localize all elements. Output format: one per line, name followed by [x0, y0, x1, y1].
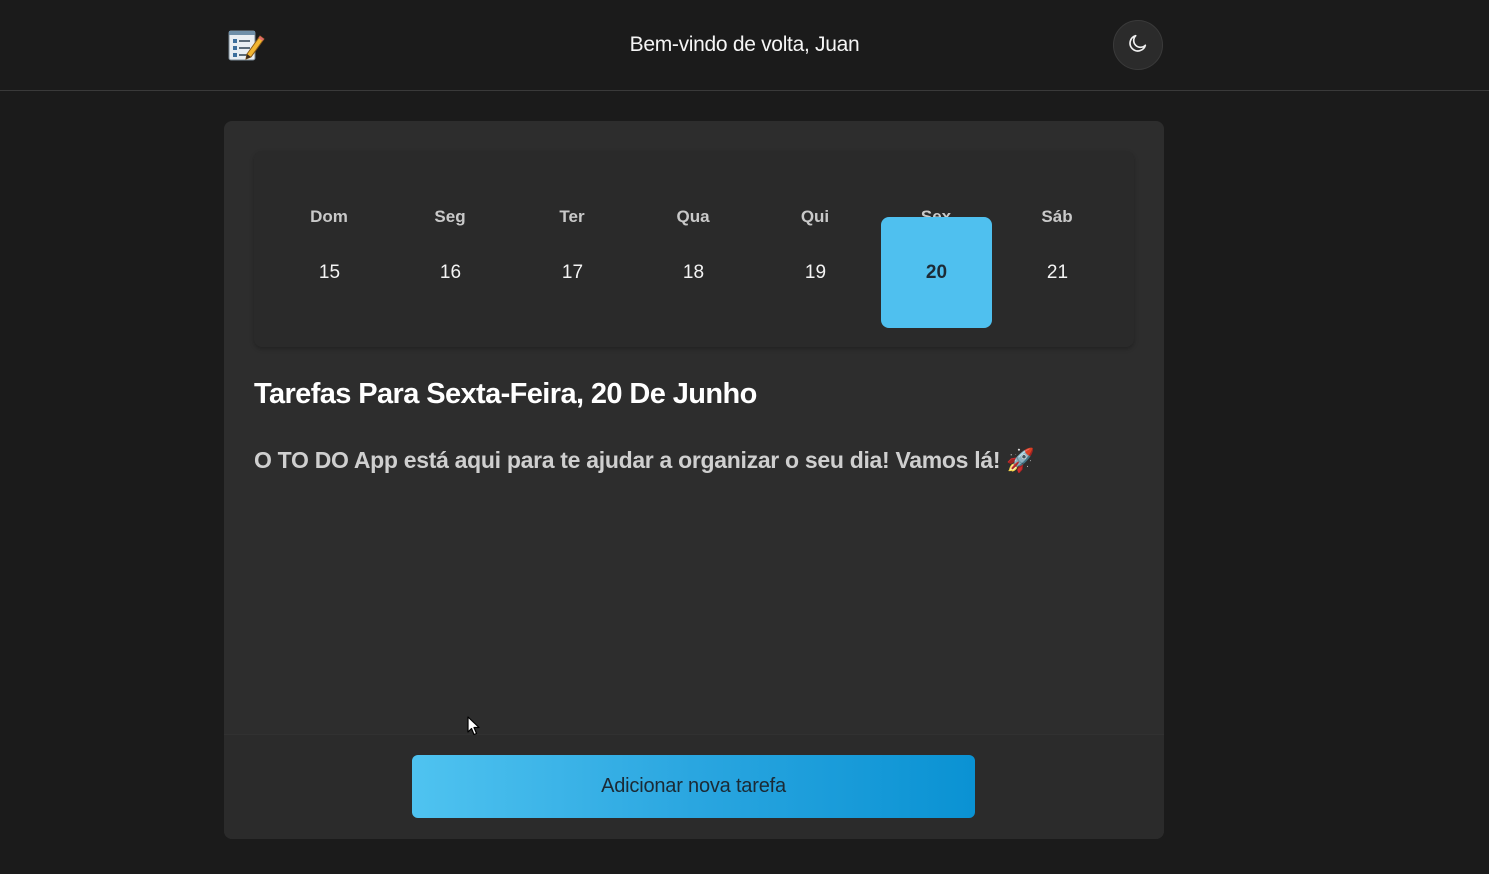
welcome-message: Bem-vindo de volta, Juan	[629, 33, 860, 56]
calendar-day[interactable]: 15	[274, 217, 385, 328]
calendar-day[interactable]: 17	[517, 217, 628, 328]
calendar-day[interactable]: 18	[638, 217, 749, 328]
empty-tasks-message: O TO DO App está aqui para te ajudar a o…	[254, 447, 1035, 473]
week-calendar: Dom Seg Ter Qua Qui Sex Sáb 15 16 17 18 …	[254, 151, 1134, 347]
moon-icon	[1127, 32, 1149, 59]
calendar-day[interactable]: 19	[760, 217, 871, 328]
add-task-button[interactable]: Adicionar nova tarefa	[412, 755, 975, 818]
calendar-day-selected[interactable]: 20	[881, 217, 992, 328]
mouse-cursor-icon	[467, 716, 481, 736]
calendar-day[interactable]: 16	[395, 217, 506, 328]
tasks-heading: Tarefas Para Sexta-Feira, 20 De Junho	[254, 378, 757, 410]
main-card: Dom Seg Ter Qua Qui Sex Sáb 15 16 17 18 …	[224, 121, 1164, 839]
theme-toggle-button[interactable]	[1113, 20, 1163, 70]
calendar-day[interactable]: 21	[1002, 217, 1113, 328]
card-footer: Adicionar nova tarefa	[224, 734, 1164, 839]
app-header: Bem-vindo de volta, Juan	[0, 0, 1489, 91]
